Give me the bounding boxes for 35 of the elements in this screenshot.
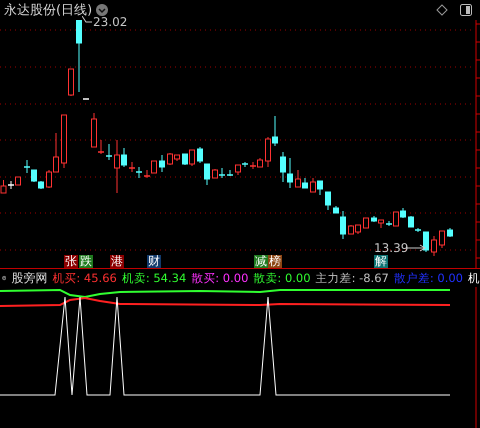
candlestick [83, 98, 89, 100]
indicator-name: 股旁网 [11, 270, 48, 286]
event-tag[interactable]: 跌 [79, 255, 93, 268]
candlestick [106, 144, 112, 160]
event-tag[interactable]: 张 [64, 255, 78, 268]
candlestick [68, 68, 74, 96]
arrow-icon [406, 244, 426, 252]
indicator-value: 机 [468, 270, 480, 286]
event-tag[interactable]: 港 [110, 255, 124, 268]
indicator-value: 散卖: 0.00 [253, 270, 311, 286]
candlestick [227, 170, 233, 176]
low-price-label: 13.39 [374, 242, 408, 254]
event-tag[interactable]: 解 [374, 255, 388, 268]
chevron-down-icon[interactable] [96, 4, 108, 16]
candlestick [431, 236, 437, 256]
candlestick [159, 154, 165, 172]
indicator-value: 机卖: 54.34 [122, 270, 186, 286]
candlestick [325, 192, 331, 210]
indicator-value: 散买: 0.00 [191, 270, 248, 286]
diamond-icon[interactable] [436, 4, 448, 16]
event-tag[interactable]: 财 [147, 255, 161, 268]
indicator-value: 机买: 45.66 [52, 270, 117, 286]
high-price-label: 23.02 [93, 16, 128, 28]
leader-line [82, 16, 92, 23]
candlestick [363, 218, 369, 228]
candlestick [61, 114, 67, 168]
indicator-value: 主力差: -8.67 [316, 270, 389, 286]
candlestick [447, 228, 453, 238]
event-tag[interactable]: 减 [254, 255, 268, 268]
panel-toggle-icon[interactable] [460, 4, 472, 16]
event-tag[interactable]: 榜 [268, 255, 282, 268]
indicator-value: 散户差: 0.00 [394, 270, 463, 286]
candlestick [439, 230, 445, 248]
candlestick [423, 232, 429, 252]
window-title: 永达股份(日线) [4, 2, 92, 19]
